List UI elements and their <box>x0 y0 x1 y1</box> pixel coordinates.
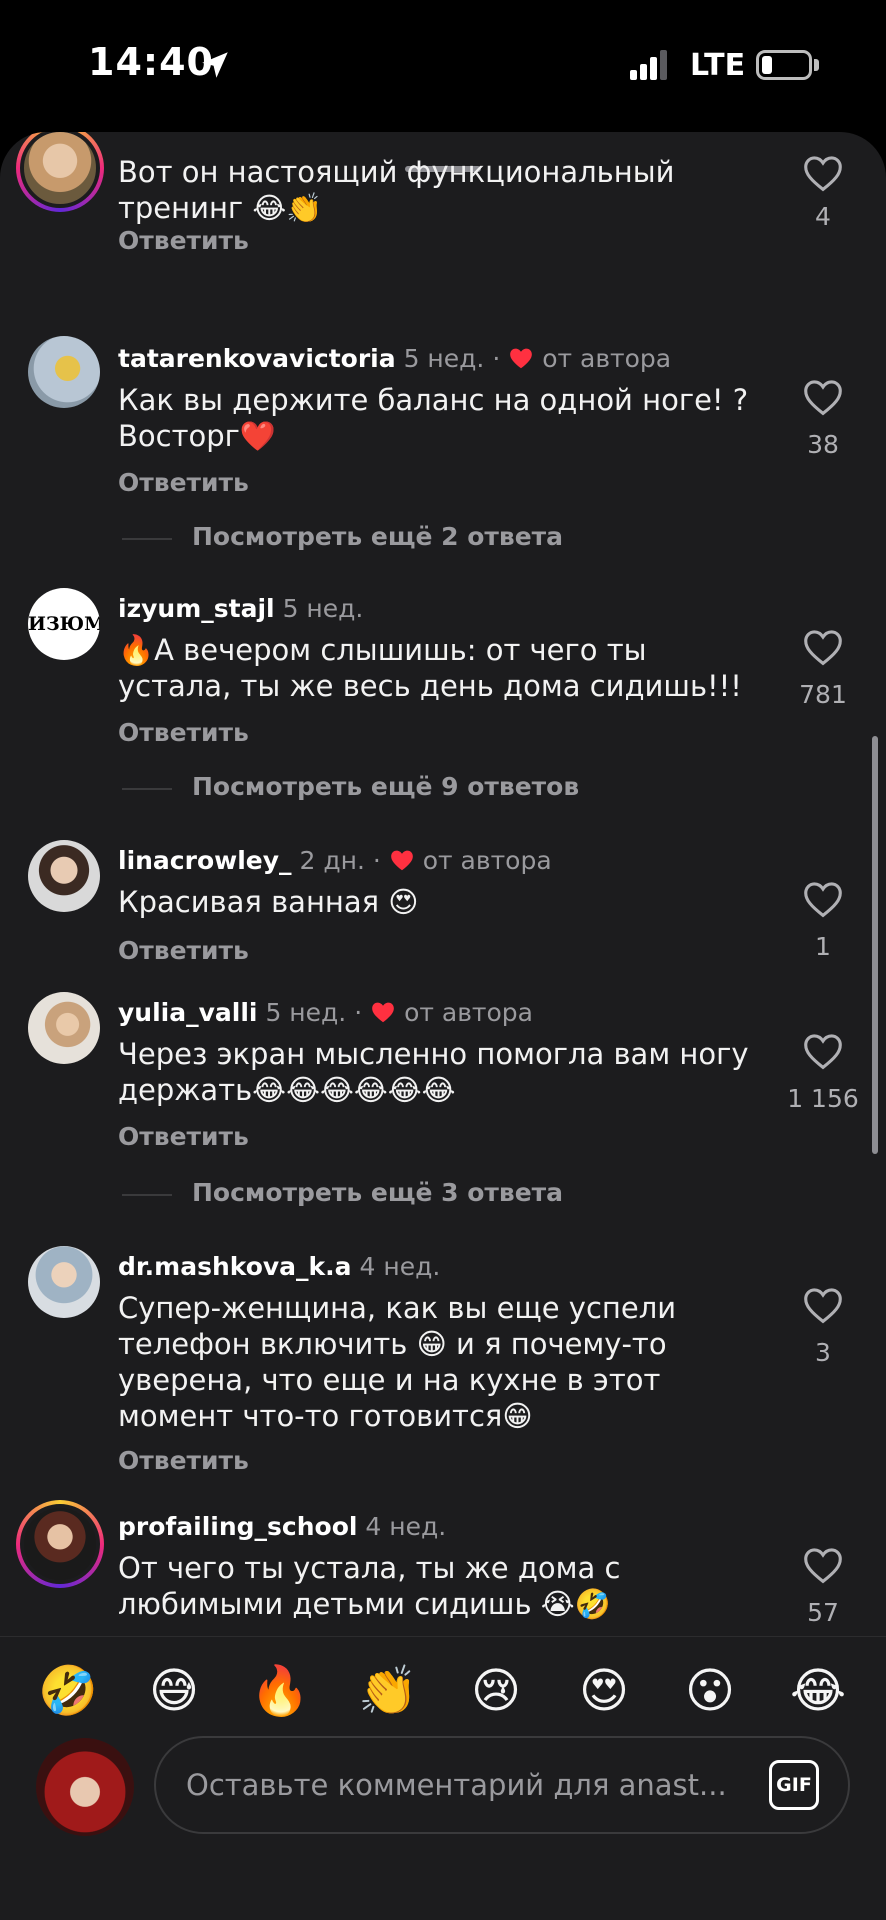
emoji-cry[interactable]: 😢 <box>466 1663 526 1719</box>
status-bar: 14:40 LTE <box>0 0 886 130</box>
battery-icon <box>756 50 812 80</box>
avatar[interactable] <box>16 132 104 212</box>
username[interactable]: linacrowley_ <box>118 846 292 875</box>
username[interactable]: tatarenkovavictoria <box>118 344 396 373</box>
reply-button[interactable]: Ответить <box>118 226 249 255</box>
divider-line <box>122 1194 172 1196</box>
like-count: 1 <box>815 932 831 961</box>
comment-meta: tatarenkovavictoria 5 нед. · от автора <box>118 344 671 373</box>
username[interactable]: profailing_school <box>118 1512 357 1541</box>
comment-text: Вот он настоящий функциональный тренинг … <box>118 155 675 225</box>
signal-icon <box>630 50 667 80</box>
by-author-label: от автора <box>422 846 552 875</box>
comment-meta: izyum_stajl 5 нед. <box>118 594 363 623</box>
emoji-clap[interactable]: 👏 <box>358 1663 418 1719</box>
comment-text: Через экран мысленно помогла вам ногу де… <box>118 1037 749 1107</box>
comment-input[interactable]: Оставьте комментарий для anast... GIF <box>154 1736 850 1834</box>
like-button[interactable] <box>798 154 848 196</box>
heart-filled-icon <box>390 850 413 871</box>
comment-text: Как вы держите баланс на одной ноге! ? В… <box>118 383 749 453</box>
reply-button[interactable]: Ответить <box>118 936 249 965</box>
view-more-replies[interactable]: Посмотреть ещё 3 ответа <box>122 1178 822 1210</box>
comment-text: Супер-женщина, как вы еще успели телефон… <box>118 1291 677 1433</box>
username[interactable]: yulia_valli <box>118 998 257 1027</box>
heart-outline-icon <box>804 1548 842 1584</box>
like-count: 1 156 <box>787 1084 859 1113</box>
view-more-replies[interactable]: Посмотреть ещё 9 ответов <box>122 772 822 804</box>
reply-button[interactable]: Ответить <box>118 718 249 747</box>
heart-outline-icon <box>804 1034 842 1070</box>
avatar[interactable] <box>28 992 100 1064</box>
comment-meta: yulia_valli 5 нед. · от автора <box>118 998 533 1027</box>
time-ago: 5 нед. <box>282 594 364 623</box>
comment-text: Красивая ванная 😍 <box>118 885 419 919</box>
reply-button[interactable]: Ответить <box>118 1122 249 1151</box>
comment-meta: dr.mashkova_k.a 4 нед. <box>118 1252 440 1281</box>
emoji-fire[interactable]: 🔥 <box>250 1663 310 1719</box>
like-count: 3 <box>815 1338 831 1367</box>
like-button[interactable] <box>798 1546 848 1588</box>
by-author-label: от автора <box>542 344 672 373</box>
avatar[interactable] <box>28 840 100 912</box>
like-count: 4 <box>815 202 831 231</box>
emoji-rofl[interactable]: 🤣 <box>38 1663 98 1719</box>
time-ago: 4 нед. <box>365 1512 447 1541</box>
gif-button[interactable]: GIF <box>769 1760 819 1810</box>
username[interactable]: izyum_stajl <box>118 594 275 623</box>
heart-outline-icon <box>804 630 842 666</box>
reply-button[interactable]: Ответить <box>118 468 249 497</box>
like-button[interactable] <box>798 880 848 922</box>
like-button[interactable] <box>798 1286 848 1328</box>
comment-meta: profailing_school 4 нед. <box>118 1512 446 1541</box>
heart-outline-icon <box>804 1288 842 1324</box>
emoji-open-mouth[interactable]: 😮 <box>680 1663 740 1719</box>
like-count: 38 <box>807 430 839 459</box>
reply-button[interactable]: Ответить <box>118 1446 249 1475</box>
heart-filled-icon <box>510 348 533 369</box>
view-more-replies-label: Посмотреть ещё 9 ответов <box>192 772 580 801</box>
view-more-replies-label: Посмотреть ещё 2 ответа <box>192 522 564 551</box>
like-button[interactable] <box>798 628 848 670</box>
username[interactable]: dr.mashkova_k.a <box>118 1252 352 1281</box>
divider-line <box>122 788 172 790</box>
avatar[interactable] <box>28 336 100 408</box>
current-user-avatar <box>36 1738 134 1836</box>
status-time: 14:40 <box>88 40 214 84</box>
time-ago: 4 нед. <box>359 1252 441 1281</box>
like-count: 57 <box>807 1598 839 1627</box>
time-ago: 5 нед. · <box>265 998 363 1027</box>
like-button[interactable] <box>798 1032 848 1074</box>
avatar-logo-text: ИЗЮМ <box>28 613 100 635</box>
heart-filled-icon <box>372 1002 394 1023</box>
location-arrow-icon <box>202 52 228 78</box>
heart-outline-icon <box>804 156 842 192</box>
time-ago: 5 нед. · <box>403 344 501 373</box>
view-more-replies-label: Посмотреть ещё 3 ответа <box>192 1178 564 1207</box>
avatar[interactable]: ИЗЮМ <box>28 588 100 660</box>
emoji-bar: 🤣 😅 🔥 👏 😢 😍 😮 😂 <box>0 1636 886 1736</box>
comment-text: От чего ты устала, ты же дома с любимыми… <box>118 1551 621 1621</box>
network-type: LTE <box>690 48 746 83</box>
time-ago: 2 дн. · <box>299 846 381 875</box>
like-button[interactable] <box>798 378 848 420</box>
comment-meta: linacrowley_ 2 дн. · от автора <box>118 846 552 875</box>
like-count: 781 <box>799 680 847 709</box>
avatar[interactable] <box>16 1500 104 1588</box>
view-more-replies[interactable]: Посмотреть ещё 2 ответа <box>122 522 822 554</box>
heart-outline-icon <box>804 380 842 416</box>
emoji-sweat-smile[interactable]: 😅 <box>144 1663 204 1719</box>
avatar[interactable] <box>28 1246 100 1318</box>
scrollbar[interactable] <box>872 736 878 1154</box>
emoji-joy[interactable]: 😂 <box>788 1663 848 1719</box>
heart-outline-icon <box>804 882 842 918</box>
emoji-heart-eyes[interactable]: 😍 <box>574 1663 634 1719</box>
battery-cap <box>814 59 819 71</box>
comment-input-placeholder: Оставьте комментарий для anast... <box>186 1768 727 1802</box>
comment-text: 🔥А вечером слышишь: от чего ты устала, т… <box>118 633 742 703</box>
divider-line <box>122 538 172 540</box>
by-author-label: от автора <box>404 998 533 1027</box>
